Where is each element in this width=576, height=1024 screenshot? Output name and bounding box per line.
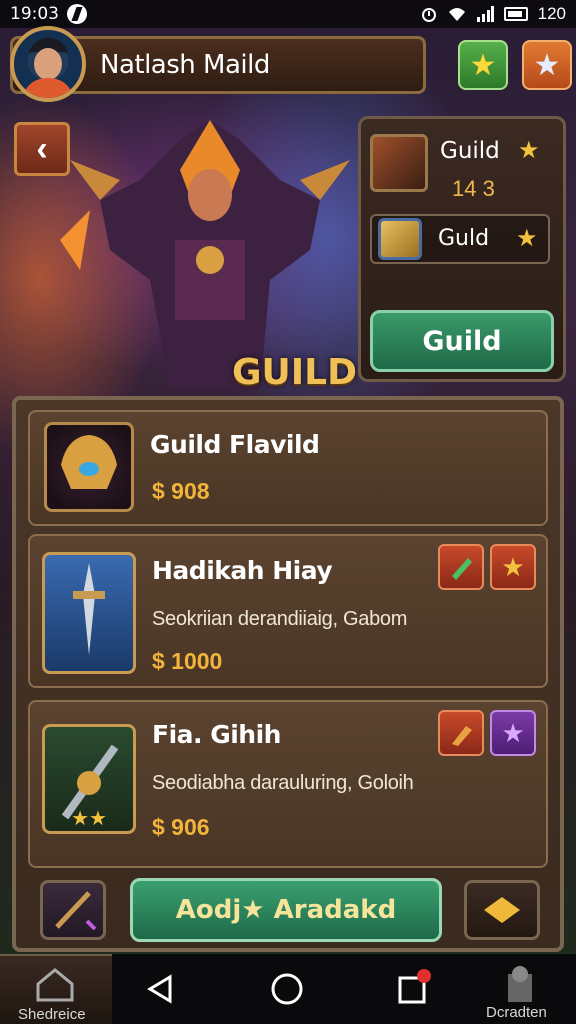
star-icon: ★	[501, 551, 525, 582]
main-action-button[interactable]: Aodj★ Aradakd	[130, 878, 442, 942]
svg-text:★★: ★★	[71, 808, 107, 830]
home-icon	[36, 968, 74, 1002]
nav-right-label: Dcradten	[486, 1004, 547, 1021]
info-item1-value: 14 3	[452, 176, 495, 201]
guild-button[interactable]: Guild	[370, 310, 554, 372]
star-icon: ★	[469, 48, 497, 82]
favorite-star-button[interactable]: ★	[490, 544, 536, 590]
item-title: Hadikah Hiay	[152, 556, 333, 585]
favorite-star-button[interactable]: ★	[458, 40, 508, 90]
tool-button[interactable]	[40, 880, 106, 940]
star-icon: ★	[533, 48, 561, 82]
staff-icon	[55, 891, 97, 931]
alarm-icon	[421, 8, 436, 22]
star-icon: ★	[518, 137, 540, 164]
status-icons: 120	[420, 4, 566, 24]
status-bar: 19:03 120	[0, 0, 576, 28]
item-price: $ 1000	[152, 648, 223, 674]
wifi-icon	[448, 8, 465, 21]
brush-icon	[452, 726, 472, 746]
info-item1-label: Guild	[440, 138, 500, 164]
item-price: $ 906	[152, 814, 210, 840]
info-item2-label: Guld	[438, 226, 490, 251]
warrior-emblem-icon: ★★	[42, 724, 136, 834]
purple-star-button[interactable]: ★	[490, 710, 536, 756]
recents-square-icon[interactable]	[396, 968, 432, 1006]
back-triangle-icon[interactable]	[146, 974, 174, 1004]
avatar[interactable]	[10, 26, 86, 102]
navigation-bar: Shedreice Dcradten	[0, 954, 576, 1024]
brush-button[interactable]	[438, 710, 484, 756]
shield-sword-icon	[42, 552, 136, 674]
item-title: Fia. Gihih	[152, 720, 281, 749]
home-circle-icon[interactable]	[270, 972, 304, 1006]
nav-left-label: Shedreice	[18, 1006, 86, 1023]
profile-icon[interactable]	[504, 964, 536, 1002]
item-description: Seodiabha darauluring, Goloih	[152, 772, 414, 794]
notification-icon	[67, 4, 87, 24]
item-description: Seokriian derandiiaig, Gabom	[152, 608, 408, 630]
status-time: 19:03	[10, 4, 59, 24]
item-title: Guild Flavild	[150, 430, 320, 459]
rank-star-button[interactable]: ★	[522, 40, 572, 90]
star-icon: ★	[516, 225, 538, 252]
signal-icon	[476, 6, 494, 22]
pencil-icon	[452, 558, 472, 580]
guild-title: GUILD	[232, 352, 357, 393]
diamond-arrow-icon	[484, 897, 520, 923]
hero-portrait-icon	[22, 38, 74, 98]
battery-level: 120	[537, 4, 566, 23]
guild-banner-icon	[370, 134, 428, 192]
nav-tab-home[interactable]: Shedreice	[0, 954, 112, 1024]
gold-chest-icon	[378, 218, 422, 260]
arrow-button[interactable]	[464, 880, 540, 940]
star-icon: ★	[501, 717, 525, 748]
golden-helmet-icon	[44, 422, 134, 512]
edit-pencil-button[interactable]	[438, 544, 484, 590]
battery-icon	[503, 7, 528, 21]
item-price: $ 908	[152, 478, 210, 504]
player-name: Natlash Maild	[100, 50, 270, 80]
hero-illustration	[60, 120, 350, 390]
chevron-left-icon: ‹	[36, 129, 48, 168]
